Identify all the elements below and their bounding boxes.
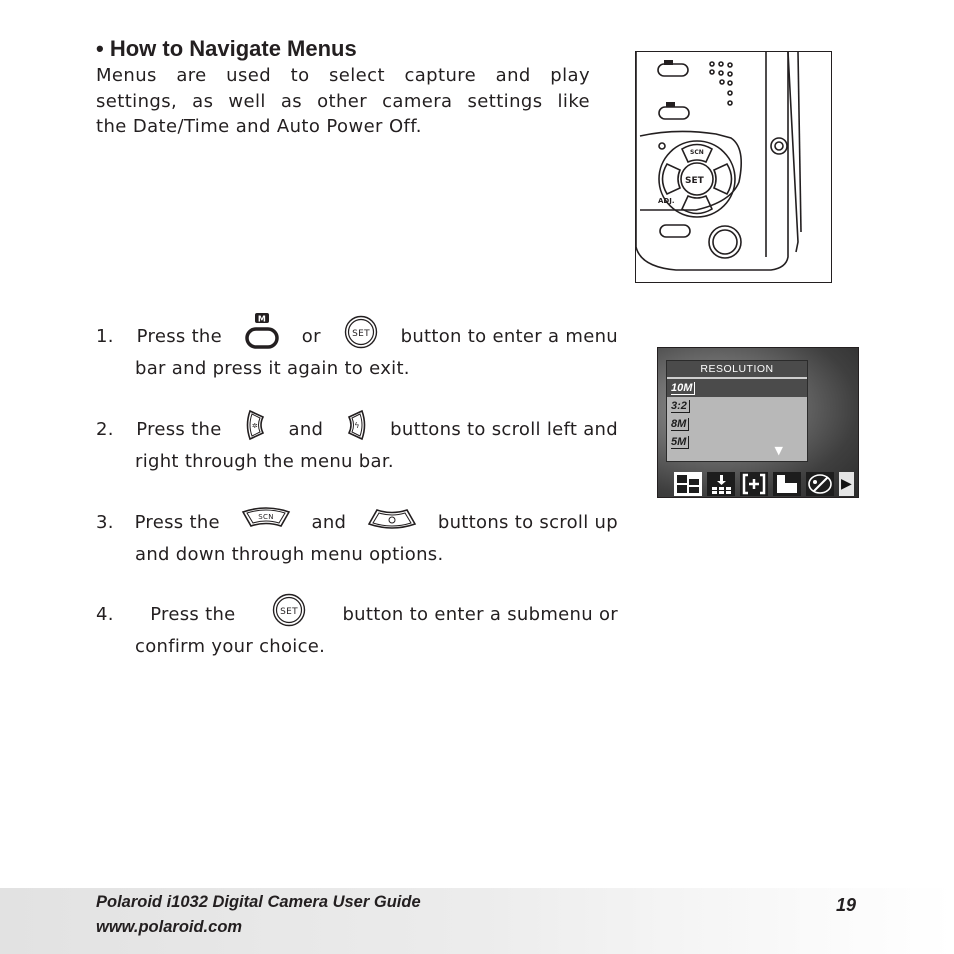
menu-icon-bar: ▶ [674,472,854,496]
menu-option-5m[interactable]: 5M [667,433,807,451]
color-effect-icon[interactable] [806,472,834,496]
page-footer: Polaroid i1032 Digital Camera User Guide… [0,888,954,954]
step-text: right through the menu bar. [135,451,394,472]
step-text: Press the [136,326,223,347]
metering-icon[interactable] [740,472,768,496]
step-text: buttons to scroll up [437,512,618,533]
step-number: 4. [96,604,114,625]
scn-label: SCN [690,149,704,156]
menu-title: RESOLUTION [667,361,807,377]
step-text: and [311,512,347,533]
adj-label: ADJ. [658,197,675,205]
camera-back-illustration: SCN SET ADJ. [635,51,832,283]
set-label: SET [352,329,370,339]
step-text: and down through menu options. [135,544,444,565]
left-button-icon: ✲ [244,409,266,451]
down-timer-button-icon [367,507,417,539]
step-text: button to enter a submenu or [342,604,618,625]
set-button-icon: SET [272,593,306,637]
quality-icon[interactable] [707,472,735,496]
right-button-icon: ϟ [346,409,368,451]
svg-text:ϟ: ϟ [354,421,360,430]
m-label: M [258,315,266,324]
intro-line: Menus are used to select capture and pla… [96,65,590,86]
camera-drawing: SCN SET ADJ. [635,51,802,271]
resolution-icon[interactable] [674,472,702,496]
set-label: SET [280,607,298,617]
step-number: 1. [96,326,114,347]
intro-paragraph: Menus are used to select capture and pla… [96,63,590,140]
set-label: SET [685,176,705,186]
step-text: or [301,326,321,347]
intro-line: the Date/Time and Auto Power Off. [96,116,422,137]
scroll-down-icon: ▼ [774,444,783,457]
step-text: Press the [150,604,236,625]
resolution-menu: RESOLUTION 10M 3:2 8M 5M ▼ [666,360,808,462]
step-text: confirm your choice. [135,636,326,657]
scn-label: SCN [258,513,273,521]
menu-option-10m[interactable]: 10M [667,379,807,397]
section-heading: • How to Navigate Menus [96,36,357,61]
lcd-menu-screenshot: RESOLUTION 10M 3:2 8M 5M ▼ ▶ [657,347,859,498]
svg-text:✲: ✲ [252,422,258,430]
step-number: 2. [96,419,114,440]
menu-option-3-2[interactable]: 3:2 [667,397,807,415]
exposure-icon[interactable] [773,472,801,496]
step-number: 3. [96,512,114,533]
page-number: 19 [836,895,857,915]
step-text: button to enter a menu [400,326,618,347]
step-text: and [288,419,324,440]
step-text: Press the [136,419,222,440]
set-button-icon: SET [344,315,378,359]
step-text: bar and press it again to exit. [135,358,410,379]
step-text: Press the [134,512,220,533]
footer-url[interactable]: www.polaroid.com [96,918,242,937]
menu-option-8m[interactable]: 8M [667,415,807,433]
next-page-arrow-icon[interactable]: ▶ [839,472,854,496]
intro-line: settings, as well as other camera settin… [96,90,590,112]
step-text: buttons to scroll left and [390,419,618,440]
footer-guide-title: Polaroid i1032 Digital Camera User Guide [96,893,421,911]
scn-up-button-icon: SCN [241,507,291,539]
